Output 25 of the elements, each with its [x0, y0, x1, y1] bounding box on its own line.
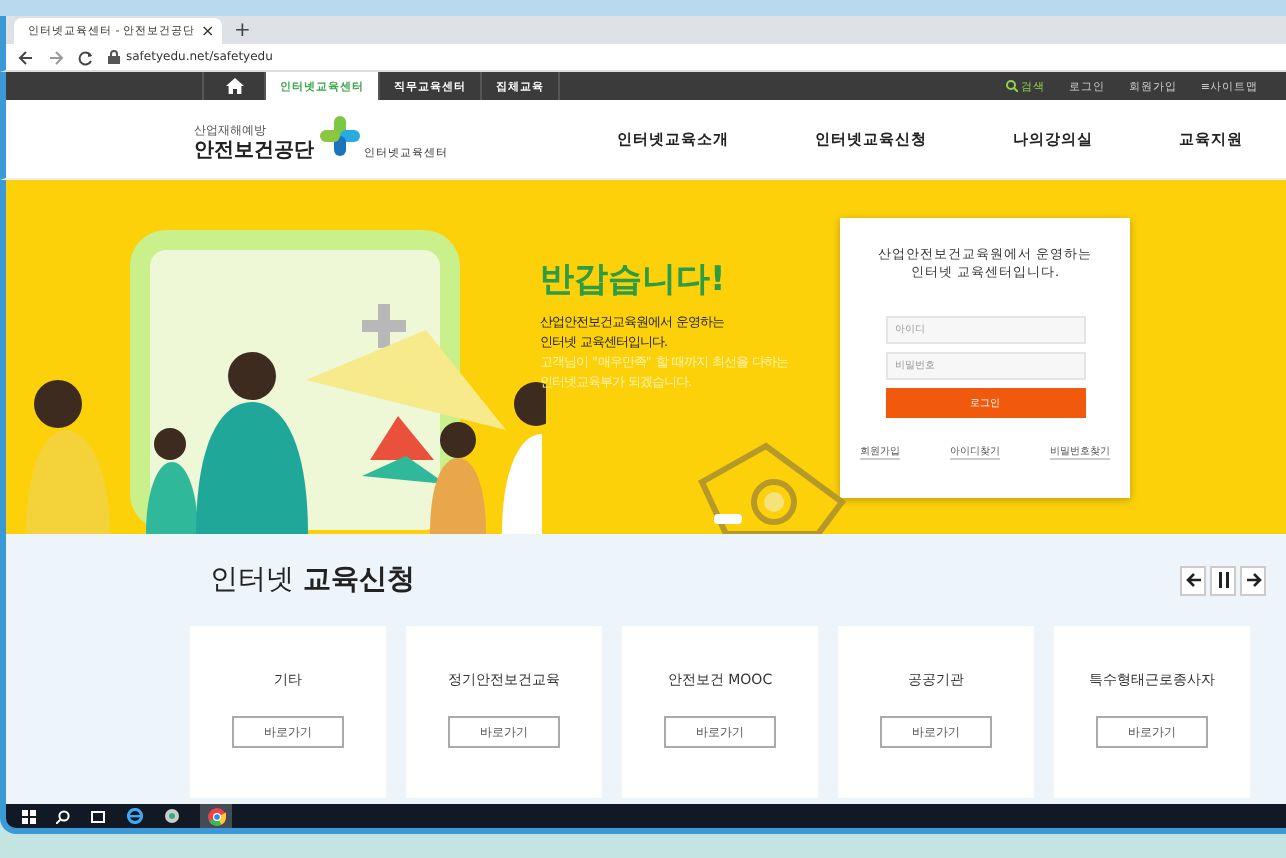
logo-name[interactable]: 안전보건공단	[194, 140, 314, 162]
close-tab-button[interactable]: ×	[200, 23, 215, 39]
search-icon	[1006, 80, 1019, 92]
windows-start-icon[interactable]	[22, 809, 36, 823]
new-tab-button[interactable]: +	[234, 20, 251, 44]
back-icon[interactable]	[18, 49, 34, 65]
left-arrow-icon	[1185, 572, 1201, 588]
section-title: 인터넷 교육신청	[208, 562, 415, 598]
forward-icon[interactable]	[48, 49, 64, 65]
home-icon	[225, 78, 243, 94]
welcome-title: 반갑습니다!	[540, 258, 728, 302]
right-arrow-icon	[1245, 572, 1261, 588]
task-view-icon[interactable]	[90, 809, 106, 823]
chrome-icon	[207, 807, 225, 825]
search-icon[interactable]	[56, 809, 70, 823]
lock-icon	[108, 50, 120, 64]
reload-icon[interactable]	[78, 49, 94, 65]
pause-icon	[1217, 572, 1229, 588]
next-button[interactable]	[1240, 565, 1266, 595]
previous-button[interactable]	[1180, 565, 1206, 595]
browser-e-icon[interactable]	[126, 808, 144, 824]
chrome-taskbar-button[interactable]	[200, 804, 232, 828]
app-icon[interactable]	[164, 808, 180, 824]
cross-logo-icon	[320, 116, 360, 156]
pause-button[interactable]	[1210, 565, 1236, 595]
